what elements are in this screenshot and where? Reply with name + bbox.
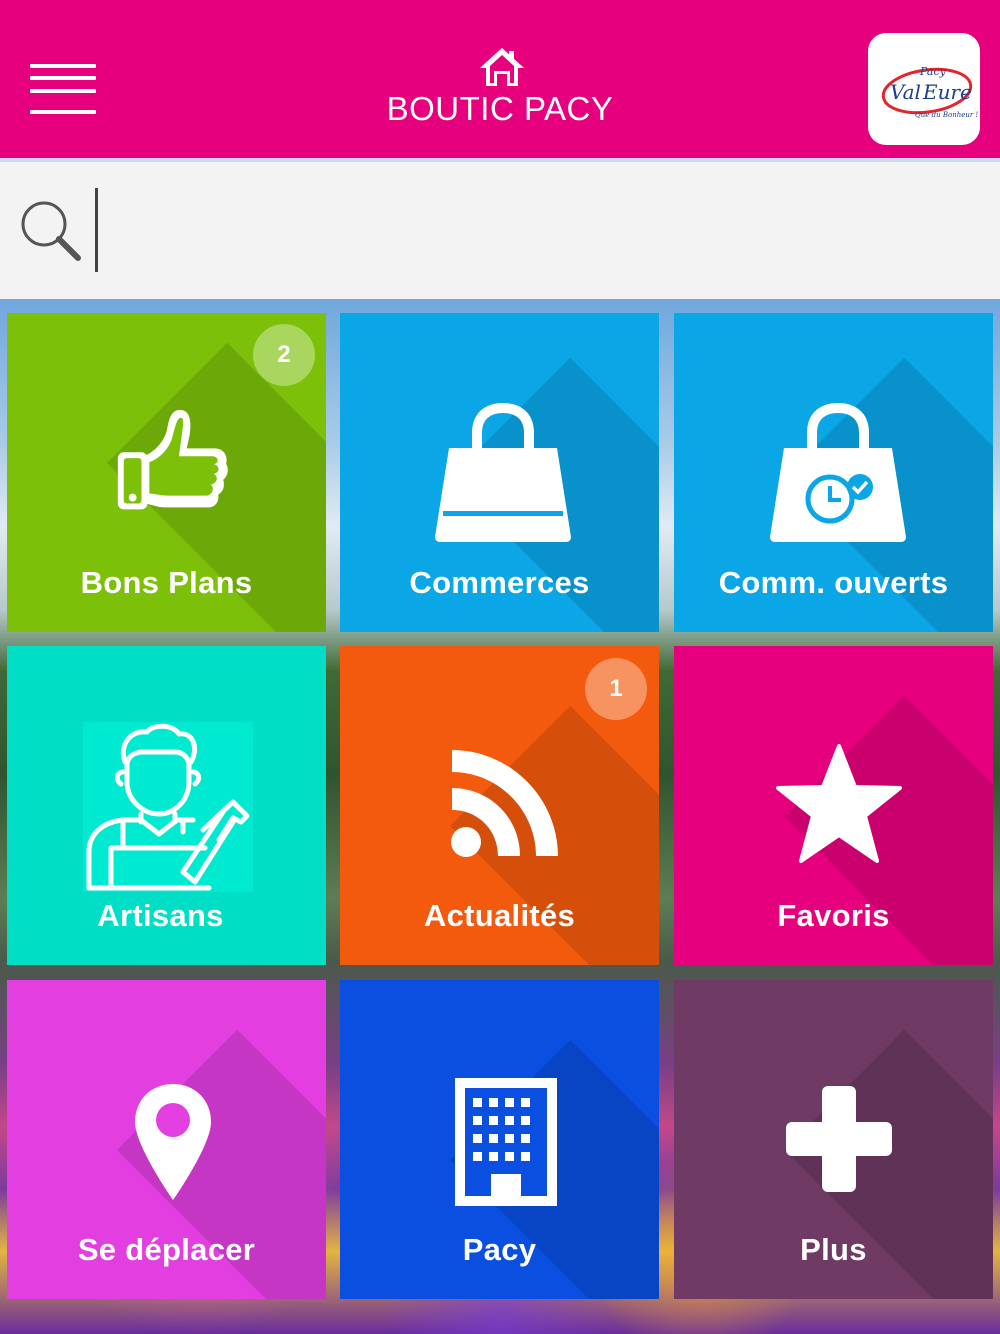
home-icon[interactable] [478,46,526,88]
shopping-bag-clock-icon [770,403,906,542]
star-icon [776,744,902,863]
tile-label: Artisans [97,898,224,933]
craftsman-icon [83,722,253,892]
plus-icon [786,1086,892,1192]
svg-text:Que du Bonheur !: Que du Bonheur ! [915,111,978,119]
tile-label: Actualités [423,898,576,933]
notification-badge: 1 [585,658,647,720]
search-input[interactable] [95,186,975,272]
app-header: BOUTIC PACY Pacy Val Eure Que du Bonheur… [0,0,1000,158]
tile-label: Comm. ouverts [718,565,949,600]
tile-artisans[interactable]: Artisans [7,646,326,965]
tile-pacy[interactable]: Pacy [340,980,659,1299]
svg-text:Pacy: Pacy [919,65,947,78]
app-title: BOUTIC PACY [386,90,614,127]
notification-badge: 2 [253,324,315,386]
pacy-val-deure-logo[interactable]: Pacy Val Eure Que du Bonheur ! [868,33,980,145]
tile-label: Favoris [777,898,890,933]
tile-favoris[interactable]: Favoris [674,646,993,965]
rss-icon [451,750,558,857]
search-icon[interactable] [18,198,82,262]
building-icon [455,1078,557,1206]
thumbs-up-icon [117,409,228,510]
tile-label: Pacy [462,1232,537,1267]
tile-plus[interactable]: Plus [674,980,993,1299]
tile-se-deplacer[interactable]: Se déplacer [7,980,326,1299]
tile-commerces-ouverts[interactable]: Comm. ouverts [674,313,993,632]
tile-commerces[interactable]: Commerces [340,313,659,632]
map-pin-icon [135,1084,211,1200]
tile-label: Bons Plans [80,565,253,600]
tile-bons-plans[interactable]: 2 Bons Plans [7,313,326,632]
tile-label: Plus [800,1232,867,1267]
hamburger-menu-icon[interactable] [30,60,96,116]
shopping-bag-icon [435,403,571,542]
tile-actualites[interactable]: 1 Actualités [340,646,659,965]
tile-label: Se déplacer [77,1232,256,1267]
tile-label: Commerces [409,565,590,600]
svg-text:Eure: Eure [922,80,972,104]
svg-text:Val: Val [890,80,921,104]
